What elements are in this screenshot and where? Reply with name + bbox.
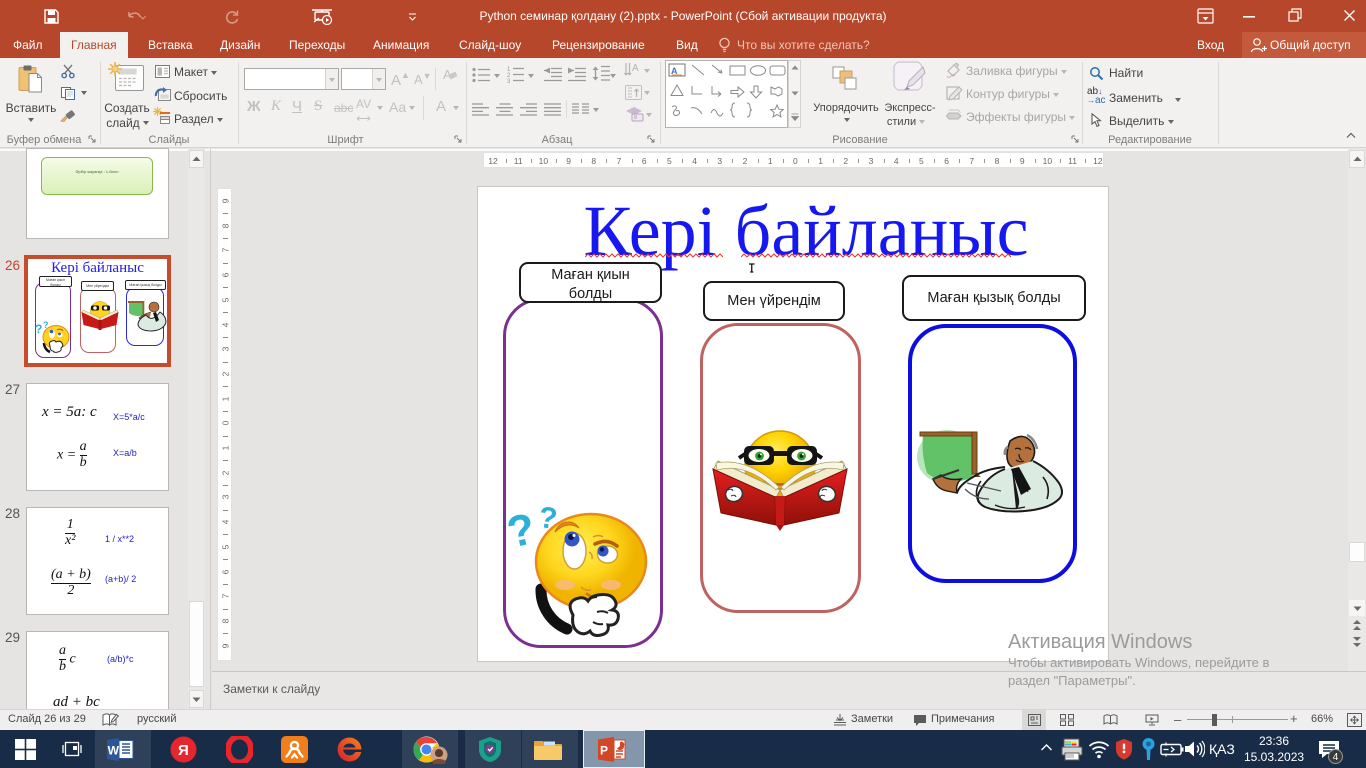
svg-text:?: ? bbox=[503, 504, 539, 558]
svg-text:3: 3 bbox=[507, 79, 511, 84]
svg-text:P: P bbox=[600, 744, 608, 758]
svg-text:A: A bbox=[632, 63, 639, 74]
svg-text:Я: Я bbox=[178, 742, 189, 759]
svg-text:W: W bbox=[108, 744, 120, 758]
svg-text:?: ? bbox=[35, 322, 42, 336]
